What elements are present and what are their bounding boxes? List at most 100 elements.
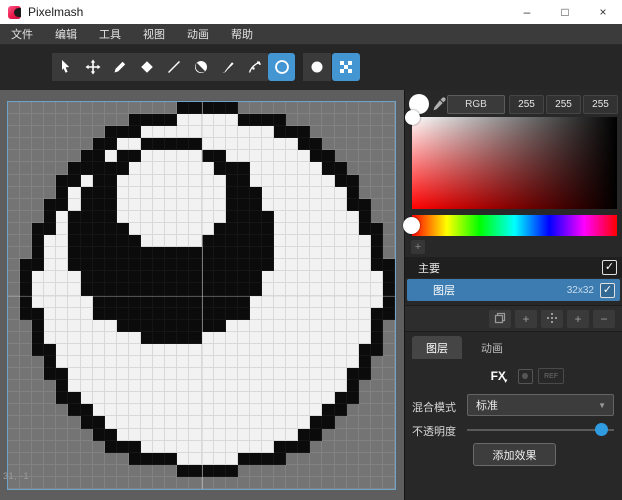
pixel-cell[interactable] <box>310 380 322 392</box>
pixel-cell[interactable] <box>141 150 153 162</box>
pixel-cell[interactable] <box>44 477 56 489</box>
pixel-cell[interactable] <box>20 356 32 368</box>
pixel-cell[interactable] <box>250 247 262 259</box>
pixel-cell[interactable] <box>238 308 250 320</box>
pixel-cell[interactable] <box>81 296 93 308</box>
pixel-cell[interactable] <box>274 223 286 235</box>
pixel-cell[interactable] <box>250 162 262 174</box>
pixel-cell[interactable] <box>189 102 201 114</box>
pixel-cell[interactable] <box>214 187 226 199</box>
pixel-cell[interactable] <box>105 187 117 199</box>
pixel-cell[interactable] <box>371 150 383 162</box>
pixel-cell[interactable] <box>383 211 395 223</box>
pixel-cell[interactable] <box>81 283 93 295</box>
pixel-cell[interactable] <box>274 416 286 428</box>
pixel-cell[interactable] <box>177 259 189 271</box>
pixel-cell[interactable] <box>141 392 153 404</box>
pixel-cell[interactable] <box>8 235 20 247</box>
pixel-cell[interactable] <box>262 368 274 380</box>
add-effect-button[interactable]: 添加效果 <box>473 443 556 466</box>
pixel-cell[interactable] <box>226 199 238 211</box>
pixel-cell[interactable] <box>250 320 262 332</box>
pixel-cell[interactable] <box>32 138 44 150</box>
pixel-cell[interactable] <box>105 308 117 320</box>
pixel-cell[interactable] <box>165 344 177 356</box>
pixel-cell[interactable] <box>81 404 93 416</box>
pixel-cell[interactable] <box>262 296 274 308</box>
pixel-cell[interactable] <box>310 126 322 138</box>
pixel-cell[interactable] <box>335 162 347 174</box>
pixel-cell[interactable] <box>371 392 383 404</box>
pixel-cell[interactable] <box>93 126 105 138</box>
pixel-cell[interactable] <box>129 296 141 308</box>
pixel-cell[interactable] <box>153 235 165 247</box>
pixel-cell[interactable] <box>105 283 117 295</box>
pixel-cell[interactable] <box>286 416 298 428</box>
menu-view[interactable]: 视图 <box>132 24 176 45</box>
pixel-cell[interactable] <box>371 344 383 356</box>
pixel-cell[interactable] <box>202 477 214 489</box>
pixel-cell[interactable] <box>177 162 189 174</box>
pixel-cell[interactable] <box>153 114 165 126</box>
pixel-cell[interactable] <box>359 126 371 138</box>
pixel-cell[interactable] <box>250 416 262 428</box>
pixel-cell[interactable] <box>153 441 165 453</box>
pixel-cell[interactable] <box>68 344 80 356</box>
pixel-cell[interactable] <box>141 114 153 126</box>
pixel-cell[interactable] <box>177 102 189 114</box>
pixel-cell[interactable] <box>226 477 238 489</box>
pixel-cell[interactable] <box>105 150 117 162</box>
pixel-cell[interactable] <box>359 138 371 150</box>
pixel-cell[interactable] <box>153 429 165 441</box>
pixel-cell[interactable] <box>335 380 347 392</box>
pixel-cell[interactable] <box>129 356 141 368</box>
pixel-cell[interactable] <box>286 199 298 211</box>
pixel-cell[interactable] <box>81 332 93 344</box>
pixel-cell[interactable] <box>335 441 347 453</box>
pixel-cell[interactable] <box>298 150 310 162</box>
pixel-cell[interactable] <box>262 247 274 259</box>
pixel-cell[interactable] <box>81 416 93 428</box>
add-swatch-button[interactable]: + <box>411 240 425 254</box>
pixel-cell[interactable] <box>93 296 105 308</box>
pixel-cell[interactable] <box>165 102 177 114</box>
pixel-cell[interactable] <box>274 175 286 187</box>
pixel-cell[interactable] <box>81 162 93 174</box>
pixel-cell[interactable] <box>371 332 383 344</box>
pixel-cell[interactable] <box>238 416 250 428</box>
pixel-cell[interactable] <box>129 477 141 489</box>
pixel-cell[interactable] <box>20 441 32 453</box>
red-value-field[interactable]: 255 <box>509 95 544 114</box>
pixel-cell[interactable] <box>93 320 105 332</box>
pixel-cell[interactable] <box>189 199 201 211</box>
pixel-cell[interactable] <box>165 199 177 211</box>
pixel-cell[interactable] <box>226 453 238 465</box>
pixel-cell[interactable] <box>250 114 262 126</box>
pixel-cell[interactable] <box>238 211 250 223</box>
pixel-cell[interactable] <box>250 126 262 138</box>
pixel-cell[interactable] <box>105 465 117 477</box>
pixel-cell[interactable] <box>238 138 250 150</box>
pixel-cell[interactable] <box>68 296 80 308</box>
pixel-cell[interactable] <box>359 114 371 126</box>
pixel-cell[interactable] <box>177 235 189 247</box>
pixel-cell[interactable] <box>322 404 334 416</box>
pixel-cell[interactable] <box>214 332 226 344</box>
pixel-cell[interactable] <box>322 223 334 235</box>
pixel-cell[interactable] <box>153 211 165 223</box>
pixel-cell[interactable] <box>165 175 177 187</box>
pixel-cell[interactable] <box>177 320 189 332</box>
pixel-cell[interactable] <box>93 187 105 199</box>
pixel-cell[interactable] <box>165 211 177 223</box>
pixel-cell[interactable] <box>274 259 286 271</box>
pixel-cell[interactable] <box>335 320 347 332</box>
pixel-cell[interactable] <box>335 114 347 126</box>
pixel-cell[interactable] <box>68 453 80 465</box>
pixel-cell[interactable] <box>165 247 177 259</box>
pixel-cell[interactable] <box>20 187 32 199</box>
pixel-cell[interactable] <box>56 126 68 138</box>
pixel-cell[interactable] <box>177 477 189 489</box>
pixel-cell[interactable] <box>81 187 93 199</box>
pixel-cell[interactable] <box>214 199 226 211</box>
pixel-cell[interactable] <box>20 283 32 295</box>
